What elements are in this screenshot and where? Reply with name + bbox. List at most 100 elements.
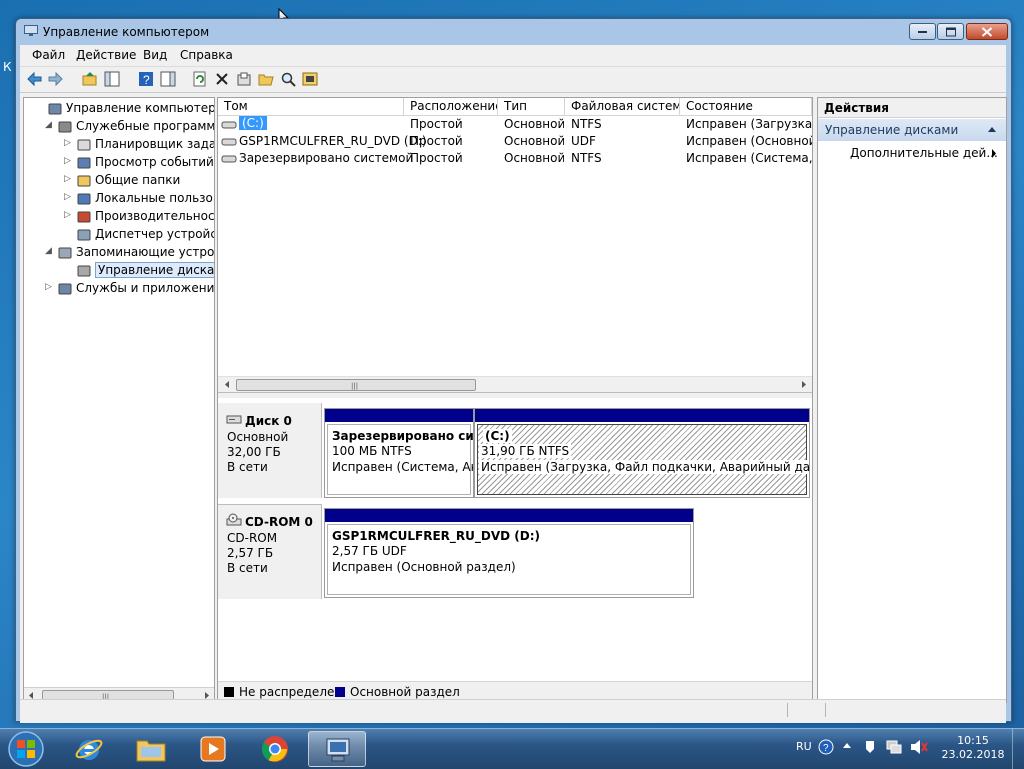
partition-status: Исправен (Загрузка, Файл подкачки, Авари… — [479, 460, 809, 474]
volume-name: Зарезервировано системой — [239, 151, 414, 165]
show-hide-action-pane-icon[interactable] — [160, 71, 176, 87]
tree-item[interactable]: ▷ Службы и приложения — [24, 280, 214, 298]
help-tray-icon[interactable]: ? — [818, 739, 834, 755]
help-icon[interactable]: ? — [138, 71, 154, 87]
partition-header-bar — [475, 409, 809, 422]
volume-fs: NTFS — [571, 117, 602, 131]
expand-arrow-icon[interactable]: ▷ — [64, 210, 71, 220]
disk-kind: Основной — [227, 430, 289, 444]
window-title: Управление компьютером — [43, 25, 210, 39]
tree-item[interactable]: ▷ Общие папки — [24, 172, 214, 190]
tree-item-label: Общие папки — [95, 173, 181, 187]
volume-icon[interactable] — [910, 739, 928, 755]
storage-icon — [58, 247, 72, 259]
show-hidden-icons-icon[interactable] — [842, 741, 852, 751]
taskbar-app-internet-explorer[interactable] — [60, 731, 118, 767]
taskbar-app-media-player[interactable] — [184, 731, 242, 767]
close-button[interactable] — [966, 23, 1008, 40]
tree-item-label: Управление дисками — [95, 262, 214, 278]
minimize-button[interactable] — [909, 23, 936, 40]
column-header-volume[interactable]: Том — [218, 98, 404, 115]
column-header-layout[interactable]: Расположение — [404, 98, 498, 115]
volume-row[interactable]: Зарезервировано системой Простой Основной N… — [218, 150, 812, 167]
settings-icon[interactable] — [302, 71, 318, 87]
cdrom-0-label[interactable]: CD-ROM 0 CD-ROM 2,57 ГБ В сети — [218, 504, 322, 599]
volume-type: Основной — [504, 151, 564, 165]
column-header-filesystem[interactable]: Файловая система — [565, 98, 680, 115]
tree-item[interactable]: ▷ Локальные пользовате — [24, 190, 214, 208]
collapse-up-icon[interactable] — [987, 126, 997, 133]
console-tree: Управление компьютером (л ◢ Служебные прог… — [23, 97, 215, 704]
tree-item[interactable]: ▷ Планировщик заданий — [24, 136, 214, 154]
volume-scroll-thumb[interactable]: ||| — [236, 379, 476, 391]
partition-size: 31,90 ГБ NTFS — [479, 444, 572, 458]
expand-arrow-icon[interactable]: ▷ — [64, 192, 71, 202]
language-indicator[interactable]: RU — [796, 740, 812, 753]
menu-action[interactable]: Действие — [76, 48, 136, 62]
volume-row[interactable]: (C:) Простой Основной NTFS Исправен (Загрузк… — [218, 116, 812, 133]
users-icon — [77, 193, 91, 205]
disk-name: Диск 0 — [245, 414, 292, 428]
toolbar: ? — [20, 66, 1006, 93]
more-actions-label: Дополнительные дей... — [850, 146, 998, 160]
properties-icon[interactable] — [236, 71, 252, 87]
start-button[interactable] — [6, 730, 46, 768]
disk-size: 32,00 ГБ — [227, 445, 281, 459]
tree-item-label: Управление компьютером (л — [66, 101, 215, 115]
volume-horizontal-scrollbar[interactable]: ||| — [218, 376, 812, 392]
taskbar-app-chrome[interactable] — [246, 731, 304, 767]
collapse-arrow-icon[interactable]: ◢ — [45, 120, 52, 130]
menu-view[interactable]: Вид — [143, 48, 167, 62]
volume-icon — [221, 155, 237, 163]
scroll-left-icon[interactable] — [220, 377, 235, 392]
menu-file[interactable]: Файл — [32, 48, 65, 62]
back-arrow-icon[interactable] — [26, 71, 42, 87]
maximize-icon — [945, 27, 956, 36]
delete-icon[interactable] — [214, 71, 230, 87]
main-area: Управление компьютером (л ◢ Служебные прог… — [20, 93, 1007, 723]
partition-c[interactable]: (C:) 31,90 ГБ NTFS Исправен (Загрузка, Ф… — [474, 408, 810, 498]
search-icon[interactable] — [280, 71, 296, 87]
expand-arrow-icon[interactable]: ▷ — [45, 282, 52, 292]
column-header-status[interactable]: Состояние — [680, 98, 812, 115]
refresh-icon[interactable] — [192, 71, 208, 87]
tree-item[interactable]: Диспетчер устройств — [24, 226, 214, 244]
menu-help[interactable]: Справка — [180, 48, 233, 62]
disk-0-label[interactable]: Диск 0 Основной 32,00 ГБ В сети — [218, 403, 322, 498]
computer-management-icon — [48, 103, 62, 115]
taskbar-app-explorer[interactable] — [122, 731, 180, 767]
chrome-icon — [261, 736, 288, 762]
expand-arrow-icon[interactable]: ▷ — [64, 138, 71, 148]
open-folder-icon[interactable] — [258, 71, 274, 87]
taskbar-app-computer-management[interactable] — [308, 731, 366, 767]
tree-item[interactable]: Управление компьютером (л — [24, 100, 214, 118]
show-hide-tree-icon[interactable] — [104, 71, 120, 87]
tree-item[interactable]: ▷ Производительность — [24, 208, 214, 226]
expand-arrow-icon[interactable]: ▷ — [64, 156, 71, 166]
tree-item[interactable]: ▷ Просмотр событий — [24, 154, 214, 172]
volume-row[interactable]: GSP1RMCULFRER_RU_DVD (D:) Простой Основной… — [218, 133, 812, 150]
tree-item[interactable]: ◢ Служебные программы — [24, 118, 214, 136]
title-bar[interactable]: Управление компьютером — [16, 19, 1011, 45]
more-actions-item[interactable]: Дополнительные дей... — [850, 146, 998, 160]
partition-reserved[interactable]: Зарезервировано систе 100 МБ NTFS Исправ… — [324, 408, 474, 498]
collapse-arrow-icon[interactable]: ◢ — [45, 246, 52, 256]
partition-status: Исправен (Основной раздел) — [332, 560, 516, 574]
tree-item[interactable]: ◢ Запоминающие устройст — [24, 244, 214, 262]
tree-item-label: Запоминающие устройст — [76, 245, 215, 259]
column-header-type[interactable]: Тип — [498, 98, 565, 115]
forward-arrow-icon[interactable] — [48, 71, 64, 87]
up-folder-icon[interactable] — [82, 71, 98, 87]
maximize-button[interactable] — [937, 23, 964, 40]
partition-d[interactable]: GSP1RMCULFRER_RU_DVD (D:) 2,57 ГБ UDF Ис… — [324, 508, 694, 598]
action-center-icon[interactable] — [862, 739, 878, 755]
disk-size: 2,57 ГБ — [227, 546, 274, 560]
tree-item[interactable]: Управление дисками — [24, 262, 214, 280]
disk-name: CD-ROM 0 — [245, 515, 313, 529]
system-clock[interactable]: 10:15 23.02.2018 — [938, 734, 1008, 762]
network-icon[interactable] — [886, 739, 902, 755]
expand-arrow-icon[interactable]: ▷ — [64, 174, 71, 184]
actions-section-disk-management[interactable]: Управление дисками — [818, 119, 1006, 141]
scroll-right-icon[interactable] — [796, 377, 811, 392]
show-desktop-button[interactable] — [1012, 729, 1024, 769]
